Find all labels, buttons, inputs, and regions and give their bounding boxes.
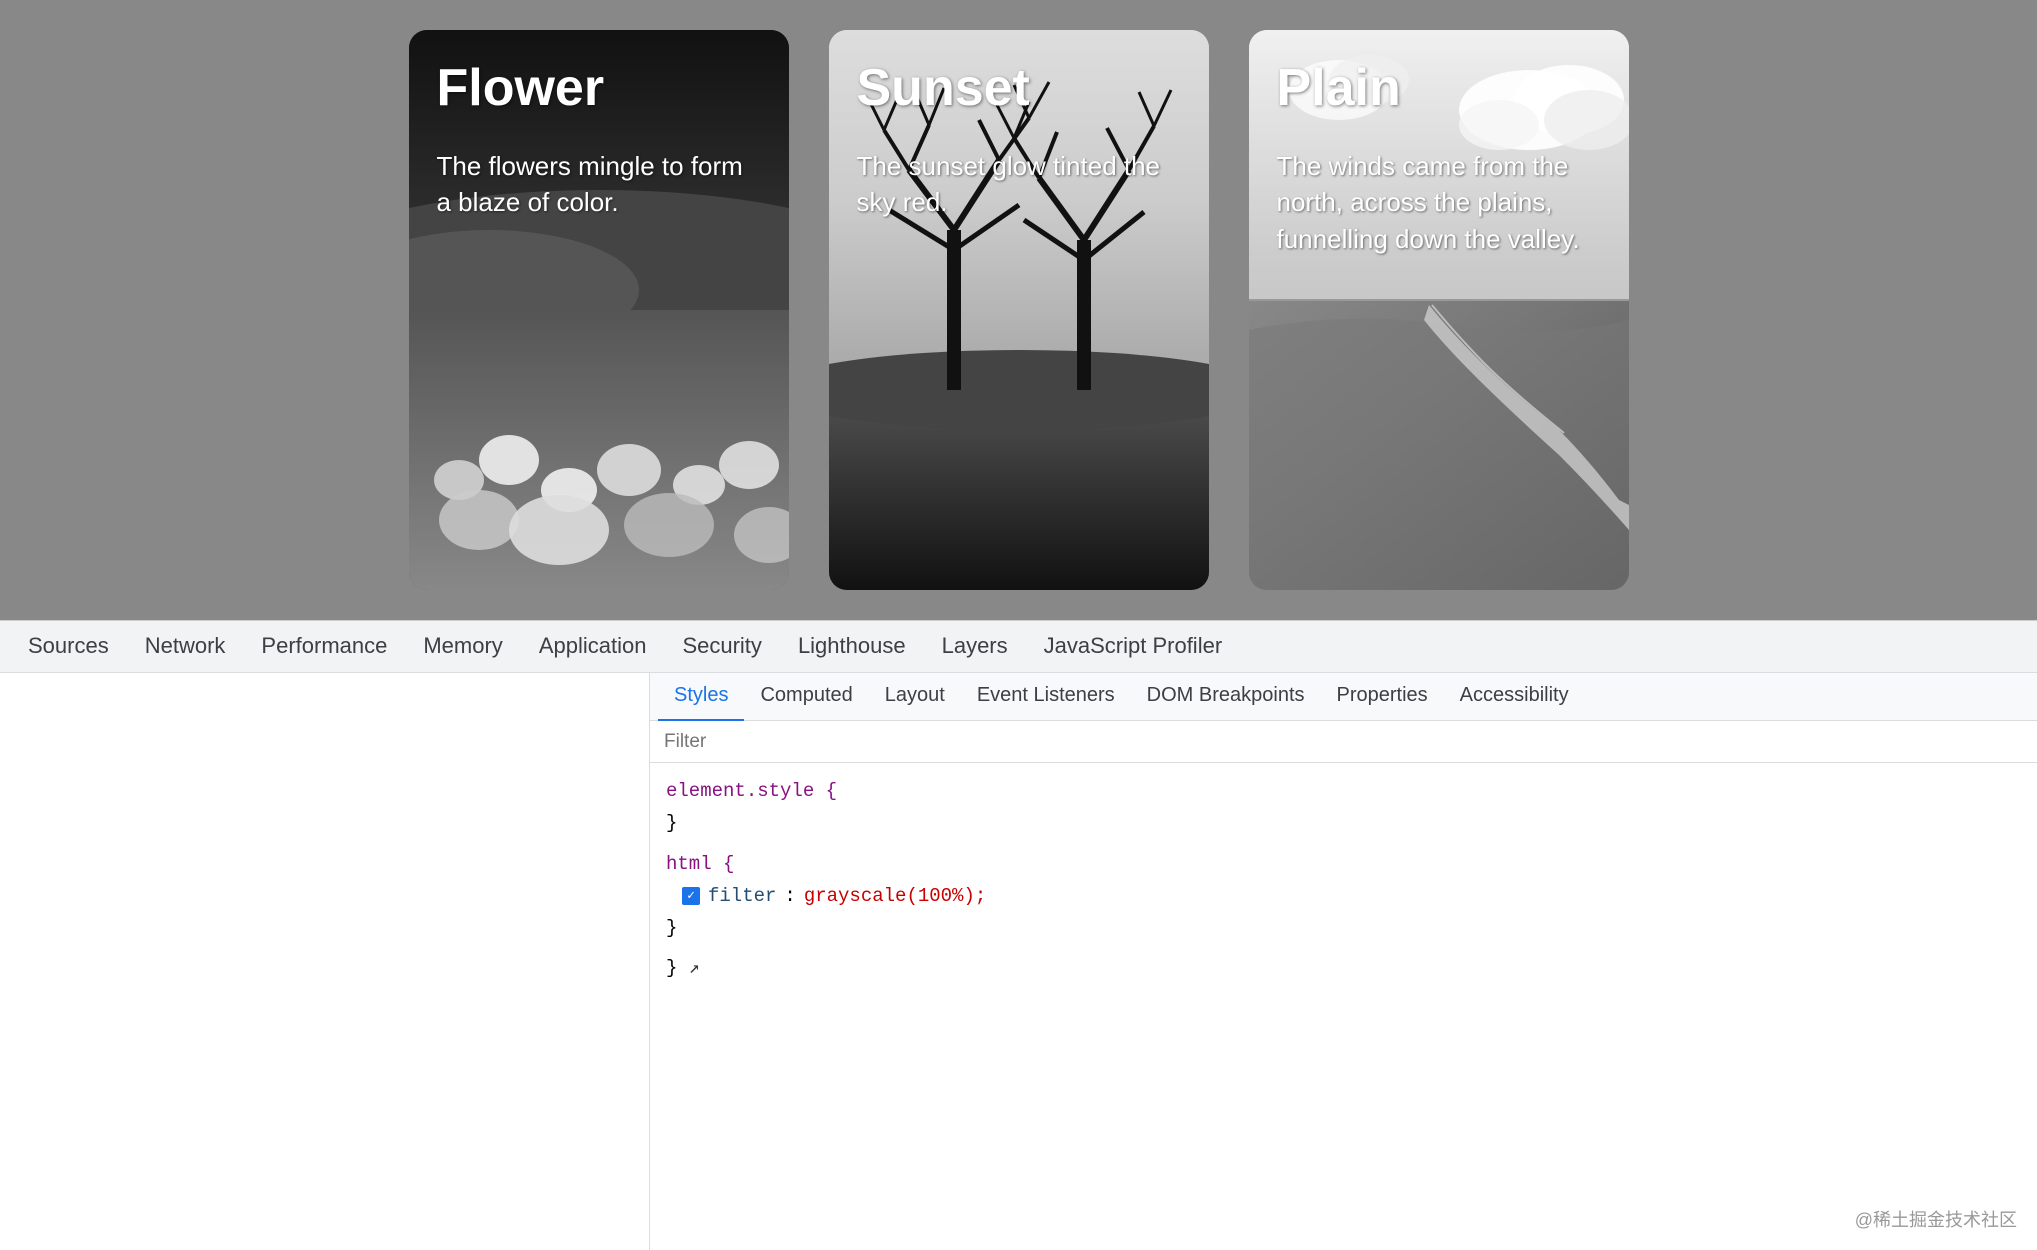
filter-input[interactable] [664,731,2023,753]
flower-card-text: Flower The flowers mingle to form a blaz… [409,30,789,249]
tab-js-profiler[interactable]: JavaScript Profiler [1026,621,1241,673]
sunset-card-text: Sunset The sunset glow tinted the sky re… [829,30,1209,249]
watermark: @稀土掘金技术社区 [1855,1206,2017,1232]
css-element-style-block: element.style { } [666,775,2021,840]
plain-card-text: Plain The winds came from the north, acr… [1249,30,1629,285]
css-element-style-selector: element.style { [666,775,2021,807]
sunset-title: Sunset [857,58,1181,118]
devtools-top-tabs: Sources Network Performance Memory Appli… [0,621,2037,673]
css-rules: element.style { } html { filter : [650,763,2037,997]
tab-lighthouse[interactable]: Lighthouse [780,621,924,673]
plain-card: Plain The winds came from the north, acr… [1249,30,1629,590]
filter-bar [650,721,2037,763]
sunset-desc: The sunset glow tinted the sky red. [857,148,1181,221]
tab-layers[interactable]: Layers [924,621,1026,673]
devtools-body: Styles Computed Layout Event Listeners D… [0,673,2037,1250]
plain-title: Plain [1277,58,1601,118]
subtab-computed[interactable]: Computed [744,673,868,721]
flower-card: Flower The flowers mingle to form a blaz… [409,30,789,590]
css-selector-text: element.style { [666,780,837,802]
css-element-style-close: } [666,807,2021,839]
cursor-indicator: ↗ [689,959,700,979]
tab-application[interactable]: Application [521,621,665,673]
css-prop-name: filter [708,880,776,912]
sunset-card: Sunset The sunset glow tinted the sky re… [829,30,1209,590]
subtab-layout[interactable]: Layout [869,673,961,721]
css-filter-row: filter : grayscale(100%); [666,880,2021,912]
plain-desc: The winds came from the north, across th… [1277,148,1601,257]
tab-memory[interactable]: Memory [405,621,520,673]
subtab-styles[interactable]: Styles [658,673,744,721]
css-html-selector: html { [666,848,2021,880]
css-prop-value: grayscale(100%); [804,880,986,912]
subtab-properties[interactable]: Properties [1321,673,1444,721]
tab-sources[interactable]: Sources [10,621,127,673]
devtools-dom-panel [0,673,650,1250]
subtab-event-listeners[interactable]: Event Listeners [961,673,1131,721]
subtab-accessibility[interactable]: Accessibility [1444,673,1585,721]
devtools-styles-panel: Styles Computed Layout Event Listeners D… [650,673,2037,1250]
flower-title: Flower [437,58,761,118]
tab-security[interactable]: Security [664,621,779,673]
subtab-dom-breakpoints[interactable]: DOM Breakpoints [1131,673,1321,721]
devtools-panel: Sources Network Performance Memory Appli… [0,620,2037,1250]
devtools-sub-tabs: Styles Computed Layout Event Listeners D… [650,673,2037,721]
css-html-close: } [666,912,2021,944]
tab-network[interactable]: Network [127,621,244,673]
css-html-block: html { filter : grayscale(100%); } [666,848,2021,945]
flower-desc: The flowers mingle to form a blaze of co… [437,148,761,221]
css-prop-checkbox[interactable] [682,887,700,905]
css-cursor-line: } ↗ [666,952,2021,985]
tab-performance[interactable]: Performance [243,621,405,673]
css-html-selector-text: html { [666,853,734,875]
main-content: Flower The flowers mingle to form a blaz… [0,0,2037,620]
